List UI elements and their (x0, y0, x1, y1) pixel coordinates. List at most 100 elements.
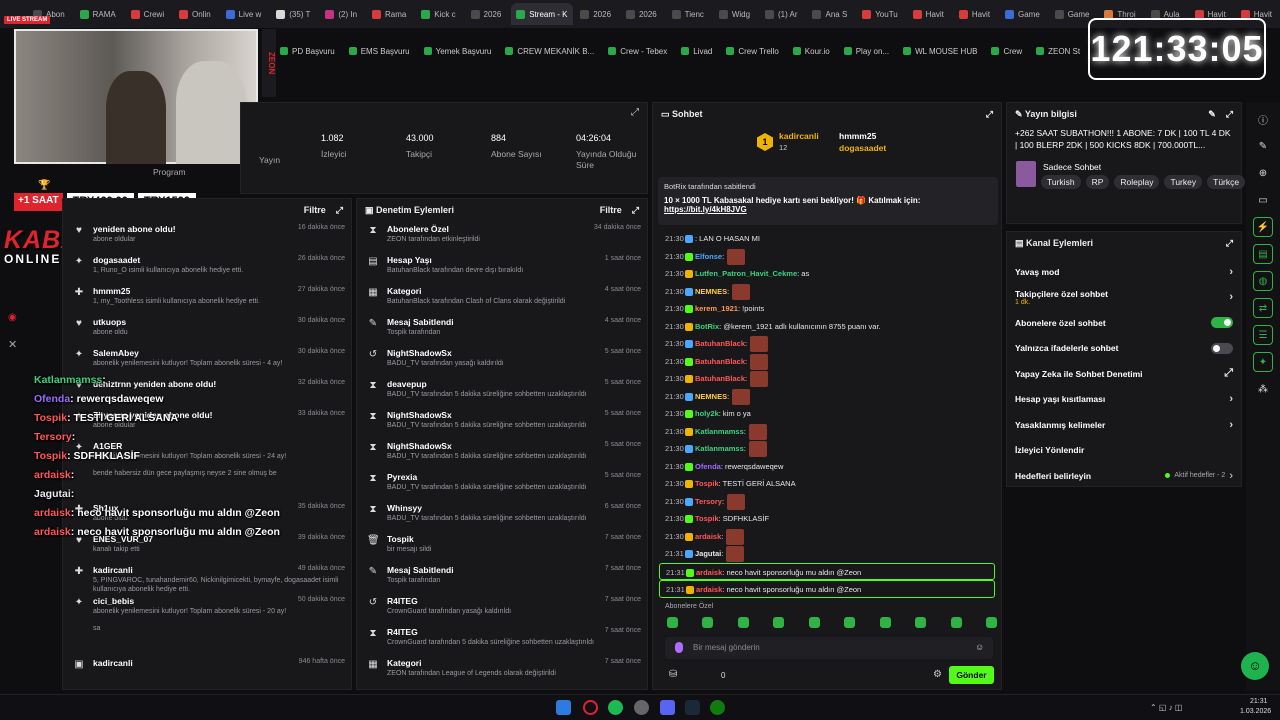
expand-icon[interactable]: ⤢ (1226, 109, 1233, 120)
chat-username[interactable]: Elfonse (695, 252, 722, 261)
chat-username[interactable]: Katlanmamss (695, 427, 744, 436)
layout-icon[interactable]: ▭ (1253, 190, 1273, 210)
chat-username[interactable]: kerem_1921 (695, 304, 738, 313)
channel-action-row[interactable]: Yavaş mod › (1007, 259, 1241, 285)
chat-username[interactable]: BatuhanBlack (695, 374, 745, 383)
chat-username[interactable]: Tersory (695, 497, 722, 506)
channel-action-row[interactable]: Hesap yaşı kısıtlaması › (1007, 387, 1241, 413)
tag-pill[interactable]: Roleplay (1114, 175, 1160, 189)
chevron-right-icon[interactable]: › (1229, 393, 1233, 405)
chat-username[interactable]: ardaisk (695, 532, 721, 541)
browser-tab[interactable]: RAMA (75, 3, 124, 25)
chat-input[interactable]: Bir mesaj gönderin (665, 637, 993, 659)
tag-pill[interactable]: Türkçe (1207, 175, 1246, 189)
bolt-icon[interactable]: ⚡ (1253, 217, 1273, 237)
browser-tab[interactable]: Ana S (807, 3, 855, 25)
browser-tab[interactable]: (1) Ar (760, 3, 805, 25)
browser-tab[interactable]: Stream - K (511, 3, 574, 25)
mic-icon[interactable] (675, 642, 683, 653)
windows-start-icon[interactable] (556, 700, 571, 715)
tag-pill[interactable]: RP (1085, 175, 1110, 189)
xbox-icon[interactable] (710, 700, 725, 715)
opera-icon[interactable] (583, 700, 598, 715)
help-chat-button[interactable]: ☺ (1241, 652, 1269, 680)
browser-tab[interactable]: 2026 (621, 3, 665, 25)
browser-tab[interactable]: Tienc (667, 3, 712, 25)
browser-tab[interactable]: Havit (954, 3, 998, 25)
chat-username[interactable]: NEMNES (695, 287, 727, 296)
browser-tab[interactable]: Widg (714, 3, 758, 25)
browser-tab[interactable]: Crewi (126, 3, 172, 25)
bookmark-item[interactable]: CREW MEKANİK B... (505, 47, 594, 56)
chevron-right-icon[interactable]: › (1229, 266, 1233, 278)
expand-icon[interactable]: ⤢ (986, 109, 993, 120)
tag-pill[interactable]: Turkish (1041, 175, 1081, 189)
bookmark-item[interactable]: Play on... (843, 47, 889, 56)
wrench-icon[interactable]: ✦ (1253, 352, 1273, 372)
steam-icon[interactable] (685, 700, 700, 715)
emote-button[interactable] (702, 617, 714, 628)
bookmark-item[interactable]: PD Başvuru (280, 47, 335, 56)
discord-icon[interactable] (660, 700, 675, 715)
emote-button[interactable] (773, 617, 785, 628)
info-icon[interactable]: ⓘ (1253, 109, 1273, 129)
emote-button[interactable] (844, 617, 856, 628)
bookmark-item[interactable]: Crew Trello (726, 47, 779, 56)
points-icon[interactable]: ⛁ (669, 669, 677, 680)
channel-action-row[interactable]: Hedefleri belirleyin Aktif hedefler - 2 › (1007, 463, 1241, 489)
bookmark-item[interactable]: Kour.io (792, 47, 830, 56)
chat-username[interactable]: BatuhanBlack (695, 339, 745, 348)
toggle-off[interactable] (1211, 342, 1233, 354)
chevron-right-icon[interactable]: › (1229, 291, 1233, 303)
chat-username[interactable]: Tospik (695, 514, 719, 523)
chat-username[interactable]: ardaisk (696, 568, 722, 577)
chevron-right-icon[interactable]: › (1229, 419, 1233, 431)
channel-action-row[interactable]: Yalnızca ifadelerle sohbet (1007, 336, 1241, 362)
emote-button[interactable] (667, 617, 678, 628)
chat-username[interactable]: Jagutai (695, 549, 721, 558)
tag-pill[interactable]: Turkey (1164, 175, 1203, 189)
sidebar-twitter-icon[interactable]: ✕ (8, 338, 17, 351)
sliders-icon[interactable]: ⇄ (1253, 298, 1273, 318)
settings-gear-icon[interactable]: ⚙ (933, 669, 942, 680)
send-button[interactable]: Gönder (949, 666, 994, 684)
sidebar-discord-icon[interactable]: ◉ (8, 312, 17, 323)
bookmark-item[interactable]: Yemek Başvuru (423, 47, 491, 56)
channel-action-row[interactable]: Yapay Zeka ile Sohbet Denetimi ⤢ (1007, 361, 1241, 387)
browser-tab[interactable]: Onlin (174, 3, 219, 25)
bookmark-item[interactable]: Livad (681, 47, 712, 56)
expand-icon[interactable]: ⤢ (336, 205, 343, 216)
card-icon[interactable]: ▤ (1253, 244, 1273, 264)
expand-icon[interactable]: ⤢ (632, 205, 639, 216)
emote-button[interactable] (915, 617, 927, 628)
bookmark-item[interactable]: Crew (991, 47, 1022, 56)
edit-icon[interactable]: ✎ (1253, 136, 1273, 156)
gamepad-icon[interactable]: ⊕ (1253, 163, 1273, 183)
browser-tab[interactable]: Kick c (416, 3, 463, 25)
emote-button[interactable] (808, 617, 820, 628)
channel-action-row[interactable]: Abonelere özel sohbet (1007, 310, 1241, 336)
message-icon[interactable]: ◍ (1253, 271, 1273, 291)
emote-button[interactable] (950, 617, 962, 628)
emote-button[interactable] (985, 617, 997, 628)
browser-tab[interactable]: 2026 (466, 3, 510, 25)
channel-action-row[interactable]: Takipçilere özel sohbet 1 dk. › (1007, 285, 1241, 311)
chat-username[interactable]: Tospik (695, 479, 719, 488)
chat-username[interactable]: NEMNES (695, 392, 727, 401)
edit-icon[interactable]: ✎ (1208, 109, 1216, 120)
expand-icon[interactable]: ⤢ (1226, 238, 1233, 249)
chat-username[interactable]: Lutfen_Patron_Havit_Cekme (695, 269, 797, 278)
emote-button[interactable] (737, 617, 749, 628)
bookmark-item[interactable]: EMS Başvuru (348, 47, 410, 56)
bookmark-item[interactable]: ZEON Stats | Aero... (1036, 47, 1080, 56)
pinned-link[interactable]: https://bit.ly/4kH8JVG (664, 205, 992, 214)
browser-tab[interactable]: YouTu (857, 3, 905, 25)
browser-tab[interactable]: Game (1000, 3, 1048, 25)
bookmark-item[interactable]: Crew - Tebex (608, 47, 667, 56)
activity-filter-button[interactable]: Filtre (304, 205, 326, 215)
channel-action-row[interactable]: İzleyici Yönlendir (1007, 438, 1241, 464)
expand-icon[interactable]: ⤢ (631, 107, 639, 118)
list-icon[interactable]: ☰ (1253, 325, 1273, 345)
browser-tab[interactable]: Rama (367, 3, 414, 25)
bookmark-item[interactable]: WL MOUSE HUB (903, 47, 977, 56)
